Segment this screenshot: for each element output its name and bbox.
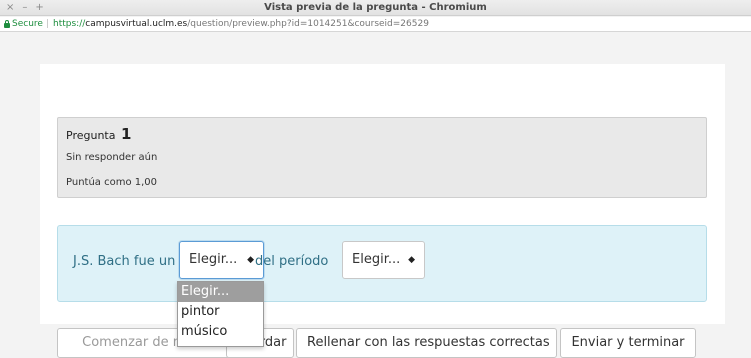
select-gap-1-value: Elegir... <box>189 252 238 267</box>
question-heading: Pregunta 1 <box>66 125 131 143</box>
url-path: /question/preview.php?id=1014251&coursei… <box>187 19 429 29</box>
question-number: 1 <box>120 125 132 143</box>
url-text[interactable]: https://campusvirtual.uclm.es/question/p… <box>53 17 429 31</box>
dropdown-option[interactable]: músico <box>178 322 263 342</box>
select-gap-2[interactable]: Elegir... ◆ <box>342 241 425 279</box>
dropdown-option[interactable]: Elegir... <box>178 282 263 302</box>
url-scheme: https:// <box>53 19 86 29</box>
select-gap-2-value: Elegir... <box>352 252 401 267</box>
window-titlebar: × – + Vista previa de la pregunta - Chro… <box>0 0 751 16</box>
secure-label: Secure <box>12 19 43 29</box>
question-info-box: Pregunta 1 Sin responder aún Puntúa como… <box>57 117 707 198</box>
address-bar[interactable]: Secure | https://campusvirtual.uclm.es/q… <box>0 17 751 32</box>
window-title: Vista previa de la pregunta - Chromium <box>264 2 487 13</box>
dropdown-option[interactable]: pintor <box>178 302 263 322</box>
select-arrows-icon: ◆ <box>247 255 254 265</box>
question-state: Sin responder aún <box>66 152 158 163</box>
question-formulation: J.S. Bach fue un Elegir... ◆ del período… <box>57 225 707 302</box>
select-gap-1[interactable]: Elegir... ◆ <box>179 241 264 279</box>
question-label: Pregunta <box>66 129 116 142</box>
fill-correct-button[interactable]: Rellenar con las respuestas correctas <box>296 328 557 358</box>
question-text-middle: del período <box>255 254 329 269</box>
question-mark: Puntúa como 1,00 <box>66 177 158 188</box>
select-arrows-icon: ◆ <box>408 255 415 265</box>
question-text-before: J.S. Bach fue un <box>73 254 176 269</box>
address-separator: | <box>46 19 50 29</box>
submit-button[interactable]: Enviar y terminar <box>560 328 696 358</box>
select-gap-1-dropdown: Elegir... pintor músico <box>177 281 264 347</box>
url-host: campusvirtual.uclm.es <box>85 19 188 29</box>
lock-icon <box>4 20 10 28</box>
